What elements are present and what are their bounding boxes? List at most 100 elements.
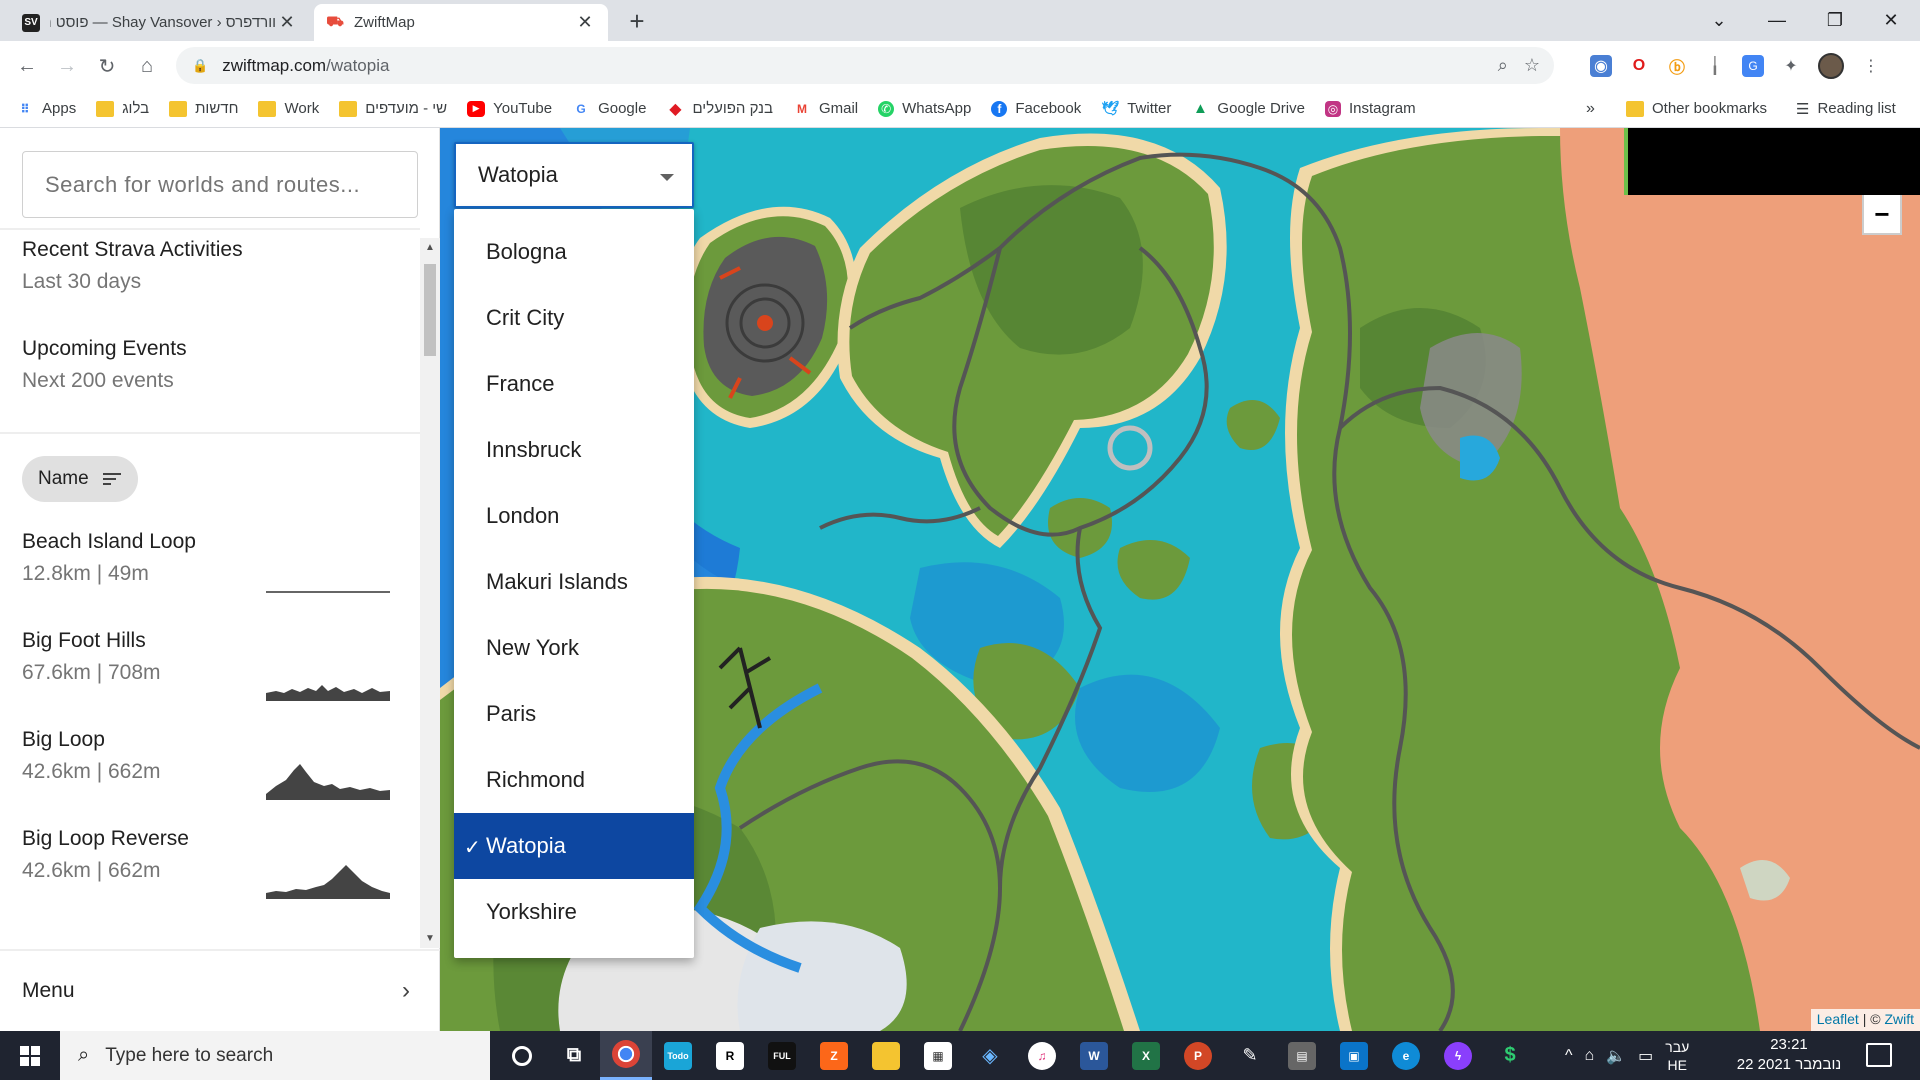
calculator-icon[interactable]: ▤ [1276, 1031, 1328, 1080]
bookmark-facebook[interactable]: f Facebook [991, 100, 1081, 117]
back-button[interactable]: ← [12, 51, 42, 81]
new-tab-button[interactable]: + [622, 6, 652, 37]
cortana-icon[interactable] [496, 1031, 548, 1080]
close-window-button[interactable]: ✕ [1862, 0, 1920, 41]
route-item[interactable]: Big Foot Hills 67.6km | 708m [22, 629, 402, 709]
camera-extension-icon[interactable]: ◉ [1590, 55, 1612, 77]
bookmark-news[interactable]: חדשות [169, 100, 238, 117]
tab-wordpress[interactable]: SV וורדפרס ‹ Shay Vansover — פוסט חדש ✕ [10, 4, 310, 41]
zwift-link[interactable]: Zwift [1884, 1011, 1914, 1027]
app-r-icon[interactable]: R [704, 1031, 756, 1080]
bookmark-favorites[interactable]: שי - מועדפים [339, 100, 447, 117]
maximize-button[interactable]: ❐ [1806, 0, 1864, 41]
task-view-icon[interactable]: ⧉ [548, 1031, 600, 1080]
world-option[interactable]: Paris [454, 681, 694, 747]
sort-by-name-chip[interactable]: Name [22, 456, 138, 502]
forward-button[interactable]: → [52, 51, 82, 81]
profile-avatar[interactable] [1818, 53, 1844, 79]
bookmark-whatsapp[interactable]: ✆ WhatsApp [878, 100, 971, 117]
translate-extension-icon[interactable]: G [1742, 55, 1764, 77]
bookmarks-overflow-button[interactable]: » [1586, 100, 1595, 118]
world-option-selected[interactable]: ✓ Watopia [454, 813, 694, 879]
close-tab-icon[interactable]: ✕ [276, 12, 298, 33]
edge-icon[interactable]: e [1380, 1031, 1432, 1080]
route-item[interactable]: Big Loop 42.6km | 662m [22, 728, 402, 808]
world-option[interactable]: New York [454, 615, 694, 681]
app-diamond-icon[interactable]: ◈ [964, 1031, 1016, 1080]
network-icon[interactable]: ⌂ [1585, 1047, 1595, 1065]
route-item[interactable]: Big Loop Reverse 42.6km | 662m [22, 827, 402, 907]
scroll-down-arrow-icon[interactable]: ▼ [425, 933, 435, 944]
world-option[interactable]: France [454, 351, 694, 417]
bookmark-star-icon[interactable]: ☆ [1524, 55, 1540, 76]
zwift-app-icon[interactable]: Z [808, 1031, 860, 1080]
todo-app-icon[interactable]: Todo [652, 1031, 704, 1080]
display-icon[interactable]: ▭ [1638, 1046, 1653, 1066]
messenger-icon[interactable]: ϟ [1432, 1031, 1484, 1080]
excel-icon[interactable]: X [1120, 1031, 1172, 1080]
tab-search-icon[interactable]: ⌄ [1690, 0, 1748, 41]
other-bookmarks[interactable]: Other bookmarks [1626, 100, 1767, 117]
volume-icon[interactable]: 🔈 [1606, 1046, 1626, 1066]
world-option[interactable]: Innsbruck [454, 417, 694, 483]
b-extension-icon[interactable]: ⓑ [1666, 55, 1688, 77]
paint-icon[interactable]: ✎ [1224, 1031, 1276, 1080]
route-item[interactable]: Beach Island Loop 12.8km | 49m [22, 530, 402, 610]
chrome-icon[interactable] [600, 1031, 652, 1080]
zoom-icon[interactable]: ⌕ [1498, 55, 1508, 76]
itunes-icon[interactable]: ♫ [1016, 1031, 1068, 1080]
fulgaz-icon[interactable]: FUL [756, 1031, 808, 1080]
scroll-up-arrow-icon[interactable]: ▲ [425, 242, 435, 253]
world-option[interactable]: Crit City [454, 285, 694, 351]
tray-overflow-icon[interactable]: ^ [1565, 1047, 1573, 1065]
language-indicator[interactable]: עבר HE [1665, 1038, 1689, 1074]
bookmark-blog[interactable]: בלוג [96, 100, 149, 117]
file-explorer-icon[interactable] [860, 1031, 912, 1080]
zoom-out-button[interactable]: − [1862, 195, 1902, 235]
opera-extension-icon[interactable]: O [1628, 55, 1650, 77]
tab-zwiftmap[interactable]: ⛟ ZwiftMap ✕ [314, 4, 608, 41]
world-option[interactable]: Richmond [454, 747, 694, 813]
close-tab-icon[interactable]: ✕ [574, 12, 596, 33]
puzzle-extensions-icon[interactable]: ✦ [1780, 55, 1802, 77]
bookmark-drive[interactable]: ▲ Google Drive [1191, 100, 1305, 117]
notifications-icon[interactable] [1866, 1043, 1892, 1067]
minimize-button[interactable]: — [1748, 0, 1806, 41]
menu-kebab-icon[interactable]: ⋮ [1860, 55, 1882, 77]
menu-button[interactable]: Menu › [0, 949, 440, 1031]
world-option[interactable]: Bologna [454, 219, 694, 285]
watopia-map[interactable]: Watopia Bologna Crit City France Innsbru… [440, 128, 1920, 1031]
upcoming-events[interactable]: Upcoming Events Next 200 events [22, 337, 187, 393]
bookmark-google[interactable]: G Google [572, 100, 646, 117]
home-button[interactable]: ⌂ [132, 51, 162, 81]
bookmark-gmail[interactable]: M Gmail [793, 100, 858, 117]
world-option[interactable]: Yorkshire [454, 879, 694, 945]
windows-start-button[interactable] [0, 1031, 60, 1080]
scrollbar-thumb[interactable] [424, 264, 436, 356]
world-option[interactable]: London [454, 483, 694, 549]
bookmark-bank[interactable]: ◆ בנק הפועלים [666, 100, 773, 118]
tool-extension-icon[interactable]: ╽ [1704, 55, 1726, 77]
taskbar-clock[interactable]: 23:21 22 נובמבר 2021 [1734, 1035, 1844, 1075]
reading-list[interactable]: ☰ Reading list [1796, 100, 1896, 118]
powerpoint-icon[interactable]: P [1172, 1031, 1224, 1080]
reload-button[interactable]: ↻ [92, 51, 122, 81]
search-input[interactable]: Search for worlds and routes... [22, 151, 418, 218]
url-text: zwiftmap.com/watopia [222, 55, 390, 75]
bookmark-youtube[interactable]: ▶ YouTube [467, 100, 552, 117]
bookmark-work[interactable]: Work [258, 100, 319, 117]
app-s-icon[interactable]: $ [1484, 1031, 1536, 1080]
sidebar-scrollbar[interactable]: ▲ ▼ [420, 238, 440, 948]
leaflet-link[interactable]: Leaflet [1817, 1011, 1859, 1027]
word-icon[interactable]: W [1068, 1031, 1120, 1080]
taskbar-search-input[interactable]: ⌕ Type here to search [60, 1031, 490, 1080]
microsoft-store-icon[interactable]: ▦ [912, 1031, 964, 1080]
bookmark-twitter[interactable]: 🕊 Twitter [1101, 100, 1171, 117]
world-select[interactable]: Watopia [454, 142, 694, 208]
bookmark-apps[interactable]: ⠿ Apps [16, 100, 76, 117]
world-option[interactable]: Makuri Islands [454, 549, 694, 615]
recent-strava-activities[interactable]: Recent Strava Activities Last 30 days [22, 238, 243, 294]
store-bag-icon[interactable]: ▣ [1328, 1031, 1380, 1080]
bookmark-instagram[interactable]: ◎ Instagram [1324, 100, 1416, 117]
address-bar[interactable]: 🔒 zwiftmap.com/watopia ⌕ ☆ [176, 47, 1554, 84]
